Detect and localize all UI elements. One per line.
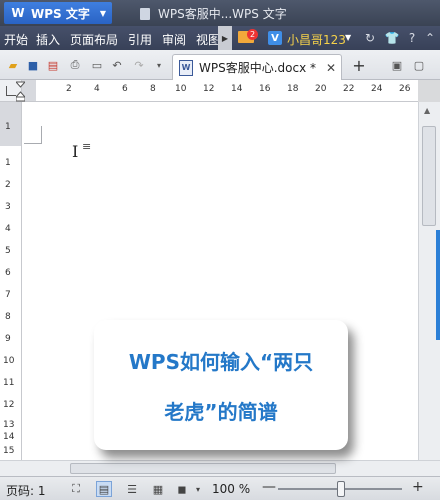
ruler-number: 8: [5, 312, 11, 322]
window-title-text: WPS客服中...WPS 文字: [158, 7, 287, 21]
chevron-down-icon: ▼: [99, 8, 107, 18]
new-tab-icon[interactable]: +: [352, 56, 366, 75]
paragraph-mark-icon: ≡: [82, 140, 92, 153]
open-folder-icon[interactable]: ▰: [6, 58, 20, 72]
menu-home[interactable]: 开始: [4, 31, 28, 48]
menu-view[interactable]: 视图: [196, 31, 220, 48]
word-file-icon: W: [179, 59, 193, 76]
status-bar: 页码: 1 ⛶ ▤ ☰ ▦ ◼ ▾ 100 % — +: [0, 476, 440, 500]
document-icon: [140, 7, 150, 20]
window-title: WPS客服中...WPS 文字: [140, 5, 287, 22]
ruler-number: 24: [371, 84, 383, 94]
ruler-number: 22: [343, 84, 355, 94]
ruler-number: 11: [3, 378, 15, 388]
tab-list-icon[interactable]: ▣: [390, 58, 404, 72]
ruler-number: 14: [231, 84, 243, 94]
zoom-in-button[interactable]: +: [412, 479, 424, 495]
ruler-number: 5: [5, 246, 11, 256]
menu-review[interactable]: 审阅: [162, 31, 186, 48]
user-dropdown-icon[interactable]: ▼: [345, 33, 351, 42]
horizontal-ruler[interactable]: 2 4 6 8 10 12 14 16 18 20 22 24 26: [22, 80, 418, 102]
ruler-number: 6: [5, 268, 11, 278]
ruler-number: 6: [122, 84, 128, 94]
sync-icon[interactable]: ↻: [362, 30, 378, 46]
tab-stop-icon: [5, 85, 16, 96]
zoom-out-button[interactable]: —: [262, 479, 276, 495]
ruler-number: 26: [399, 84, 411, 94]
print-icon[interactable]: ⎙: [68, 58, 82, 72]
close-tab-icon[interactable]: ✕: [326, 61, 336, 75]
ruler-number: 3: [5, 202, 11, 212]
app-menu-button[interactable]: W WPS 文字 ▼: [4, 2, 112, 24]
ruler-number: 10: [175, 84, 187, 94]
shirt-skin-icon[interactable]: 👕: [384, 30, 400, 46]
ruler-number: 12: [3, 400, 15, 410]
wps-logo-icon: W: [11, 6, 25, 20]
collapse-icon[interactable]: ⌃: [422, 30, 438, 46]
ruler-number: 9: [5, 334, 11, 344]
outline-view-icon[interactable]: ☰: [124, 481, 140, 497]
text-cursor-icon: I: [72, 142, 79, 161]
redo-icon[interactable]: ↷: [132, 58, 146, 72]
page-number-label[interactable]: 页码: 1: [6, 482, 46, 499]
fullscreen-icon[interactable]: ⛶: [68, 481, 84, 497]
horizontal-scrollbar[interactable]: [0, 460, 440, 476]
ruler-number: 1: [5, 158, 11, 168]
user-name[interactable]: 小昌哥123: [287, 31, 346, 48]
title-bar: W WPS 文字 ▼ WPS客服中...WPS 文字: [0, 0, 440, 26]
tab-document-label: WPS客服中心.docx *: [199, 61, 317, 75]
menu-more-arrow-icon[interactable]: ▶: [218, 26, 232, 50]
toolbar-more-icon[interactable]: ▾: [152, 58, 166, 72]
ruler-number: 15: [3, 446, 15, 456]
page-view-icon[interactable]: ▤: [96, 481, 112, 497]
zoom-slider-handle[interactable]: [337, 481, 345, 497]
scroll-up-icon[interactable]: ▲: [424, 106, 430, 115]
help-icon[interactable]: ?: [404, 30, 420, 46]
menu-insert[interactable]: 插入: [36, 31, 60, 48]
tab-document[interactable]: W WPS客服中心.docx * ✕: [172, 54, 342, 80]
ruler-number: 2: [5, 180, 11, 190]
quick-toolbar: ▰ ■ ▤ ⎙ ▭ ↶ ↷ ▾ W WPS客服中心.docx * ✕ + ▣ ▢: [0, 50, 440, 80]
undo-icon[interactable]: ↶: [110, 58, 124, 72]
restore-window-icon[interactable]: ▢: [412, 58, 426, 72]
ruler-number: 2: [66, 84, 72, 94]
ruler-number: 12: [203, 84, 215, 94]
ruler-number: 8: [150, 84, 156, 94]
pdf-export-icon[interactable]: ▤: [46, 58, 60, 72]
ruler-number: 16: [259, 84, 271, 94]
ruler-number: 20: [315, 84, 327, 94]
ruler-number: 4: [94, 84, 100, 94]
ruler-number: 1: [5, 122, 11, 132]
caption-line-2: 老虎”的简谱: [164, 400, 278, 424]
save-icon[interactable]: ■: [26, 58, 40, 72]
page-margin-corner: [24, 126, 42, 144]
tutorial-caption-card: WPS如何输入“两只 老虎”的简谱: [94, 320, 348, 450]
print-preview-icon[interactable]: ▭: [90, 58, 104, 72]
vip-icon: V: [268, 31, 282, 45]
ruler-number: 10: [3, 356, 15, 366]
menu-page-layout[interactable]: 页面布局: [70, 31, 118, 48]
reading-view-icon[interactable]: ◼: [174, 481, 190, 497]
app-name: WPS 文字: [31, 6, 90, 21]
vertical-scroll-thumb[interactable]: [422, 126, 436, 226]
indent-marker-icon[interactable]: [16, 80, 25, 102]
mail-count-badge: 2: [247, 29, 258, 40]
web-layout-icon[interactable]: ▦: [150, 481, 166, 497]
ruler-number: 4: [5, 224, 11, 234]
side-panel-handle[interactable]: [436, 230, 440, 340]
horizontal-scroll-thumb[interactable]: [70, 463, 336, 474]
menu-references[interactable]: 引用: [128, 31, 152, 48]
ruler-number: 13: [3, 420, 15, 430]
vertical-ruler[interactable]: 1 1 2 3 4 5 6 7 8 9 10 11 12 13 14 15: [0, 102, 22, 460]
view-dropdown-icon[interactable]: ▾: [190, 481, 206, 497]
ruler-number: 18: [287, 84, 299, 94]
caption-line-1: WPS如何输入“两只: [128, 350, 314, 374]
ruler-number: 7: [5, 290, 11, 300]
ruler-number: 14: [3, 432, 15, 442]
zoom-level[interactable]: 100 %: [212, 482, 250, 496]
